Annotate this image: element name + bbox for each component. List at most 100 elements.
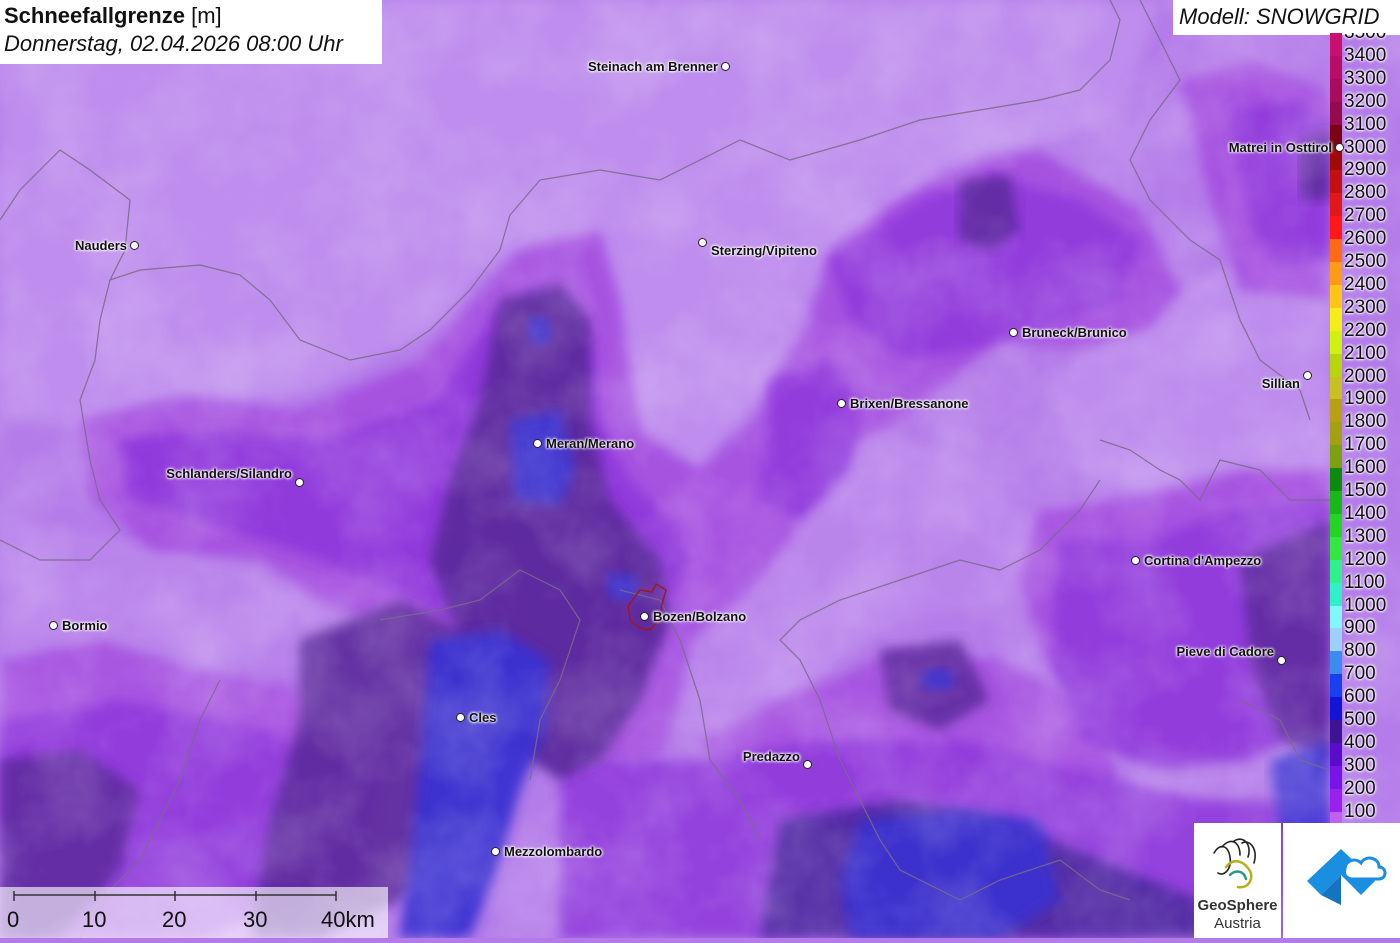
legend-entry: 3100 <box>1328 113 1400 148</box>
legend-entry: 3500 <box>1328 33 1400 56</box>
legend-label: 100 <box>1344 800 1376 822</box>
legend-entry: 2000 <box>1328 365 1400 400</box>
legend-label: 3000 <box>1344 136 1387 158</box>
legend-entry: 2800 <box>1328 181 1400 217</box>
legend-label: 800 <box>1344 640 1376 662</box>
geosphere-emblem-icon <box>1213 838 1256 889</box>
legend-label: 300 <box>1344 754 1376 776</box>
legend-entry: 1000 <box>1328 594 1400 629</box>
city-label[interactable]: Steinach am Brenner <box>588 59 718 74</box>
city-label[interactable]: Cles <box>469 710 496 725</box>
legend-entry: 2600 <box>1328 227 1400 263</box>
legend-label: 2800 <box>1344 182 1387 204</box>
city-label[interactable]: Pieve di Cadore <box>1176 644 1274 659</box>
legend-label: 2300 <box>1344 296 1387 318</box>
legend-entry: 1300 <box>1328 525 1400 560</box>
city-label[interactable]: Sillian <box>1262 376 1300 391</box>
legend-label: 1100 <box>1344 571 1385 593</box>
legend-label: 400 <box>1344 731 1376 753</box>
city-marker[interactable] <box>456 713 465 722</box>
legend-label: 2400 <box>1344 273 1387 295</box>
city-marker[interactable] <box>1131 556 1140 565</box>
city-marker[interactable] <box>1335 143 1344 152</box>
map-title: Schneefallgrenze [m] <box>4 3 378 29</box>
legend-entry: 500 <box>1328 708 1400 743</box>
legend-label: 2600 <box>1344 228 1387 250</box>
city-label[interactable]: Predazzo <box>743 749 800 764</box>
app-logo-icon <box>1307 849 1387 905</box>
city-marker[interactable] <box>533 439 542 448</box>
legend-entry: 900 <box>1328 616 1400 652</box>
legend-label: 3500 <box>1344 33 1386 44</box>
legend-entry: 400 <box>1328 731 1400 766</box>
city-label[interactable]: Cortina d'Ampezzo <box>1144 553 1261 568</box>
legend-label: 3300 <box>1344 67 1387 89</box>
city-label[interactable]: Bozen/Bolzano <box>653 609 746 624</box>
city-marker[interactable] <box>1277 656 1286 665</box>
forecast-datetime: Donnerstag, 02.04.2026 08:00 Uhr <box>4 31 343 56</box>
geosphere-name: GeoSphere <box>1197 897 1278 914</box>
city-label[interactable]: Brixen/Bressanone <box>850 396 969 411</box>
city-label[interactable]: Meran/Merano <box>546 436 634 451</box>
legend-entry: 1100 <box>1328 571 1400 606</box>
legend-label: 3200 <box>1344 90 1387 112</box>
city-marker[interactable] <box>837 399 846 408</box>
legend-label: 2700 <box>1344 205 1387 227</box>
city-label[interactable]: Bruneck/Brunico <box>1022 325 1127 340</box>
legend-label: 1900 <box>1344 388 1387 410</box>
app-logo[interactable] <box>1283 823 1400 938</box>
legend-label: 900 <box>1344 617 1376 639</box>
legend-label: 1300 <box>1344 525 1387 547</box>
scale-tick-label: 0 <box>7 907 20 932</box>
geosphere-logo[interactable]: GeoSphere Austria <box>1194 823 1281 938</box>
model-label: Modell: SNOWGRID <box>1173 0 1400 35</box>
legend-label: 2900 <box>1344 159 1387 181</box>
city-marker[interactable] <box>49 621 58 630</box>
legend-entry: 100 <box>1328 800 1400 825</box>
legend-label: 1800 <box>1344 411 1387 433</box>
city-marker[interactable] <box>721 62 730 71</box>
legend-entry: 1400 <box>1328 502 1400 537</box>
legend-label: 1500 <box>1344 480 1387 501</box>
legend-entry: 700 <box>1328 662 1400 698</box>
legend-entry: 2900 <box>1328 158 1400 194</box>
legend-entry: 2700 <box>1328 204 1400 240</box>
map-title-box: Schneefallgrenze [m] Donnerstag, 02.04.2… <box>0 0 382 64</box>
legend-entry: 800 <box>1328 639 1400 675</box>
legend-entry: 3200 <box>1328 90 1400 125</box>
city-label[interactable]: Schlanders/Silandro <box>166 466 292 481</box>
scale-bar: 0 10 20 30 40km <box>0 887 388 938</box>
legend-label: 1400 <box>1344 502 1387 524</box>
legend-label: 2500 <box>1344 251 1387 272</box>
legend-label: 2200 <box>1344 319 1387 341</box>
city-label[interactable]: Sterzing/Vipiteno <box>711 243 817 258</box>
legend-entry: 2400 <box>1328 273 1400 308</box>
city-label[interactable]: Matrei in Osttirol <box>1229 140 1332 155</box>
city-label[interactable]: Mezzolombardo <box>504 844 602 859</box>
city-marker[interactable] <box>698 238 707 247</box>
legend-entry: 1800 <box>1328 410 1400 446</box>
city-label[interactable]: Nauders <box>75 238 127 253</box>
city-marker[interactable] <box>130 241 139 250</box>
scale-tick-label: 20 <box>162 907 187 932</box>
city-marker[interactable] <box>491 847 500 856</box>
legend-entry: 200 <box>1328 777 1400 812</box>
city-marker[interactable] <box>803 760 812 769</box>
city-label[interactable]: Bormio <box>62 618 108 633</box>
legend-entry: 3300 <box>1328 67 1400 102</box>
legend-label: 2100 <box>1344 342 1387 364</box>
city-marker[interactable] <box>295 478 304 487</box>
city-marker[interactable] <box>640 612 649 621</box>
geosphere-country: Austria <box>1214 915 1261 932</box>
legend-label: 1000 <box>1344 594 1387 616</box>
scale-tick-label: 40km <box>321 907 375 932</box>
city-marker[interactable] <box>1303 371 1312 380</box>
legend-entry: 2300 <box>1328 296 1400 331</box>
scale-tick-label: 10 <box>82 907 107 932</box>
map-title-unit: [m] <box>191 3 222 28</box>
legend-entry: 1700 <box>1328 433 1400 469</box>
legend-entry: 600 <box>1328 685 1400 721</box>
city-marker[interactable] <box>1009 328 1018 337</box>
legend-label: 500 <box>1344 709 1376 730</box>
legend-entry: 1500 <box>1328 479 1400 514</box>
